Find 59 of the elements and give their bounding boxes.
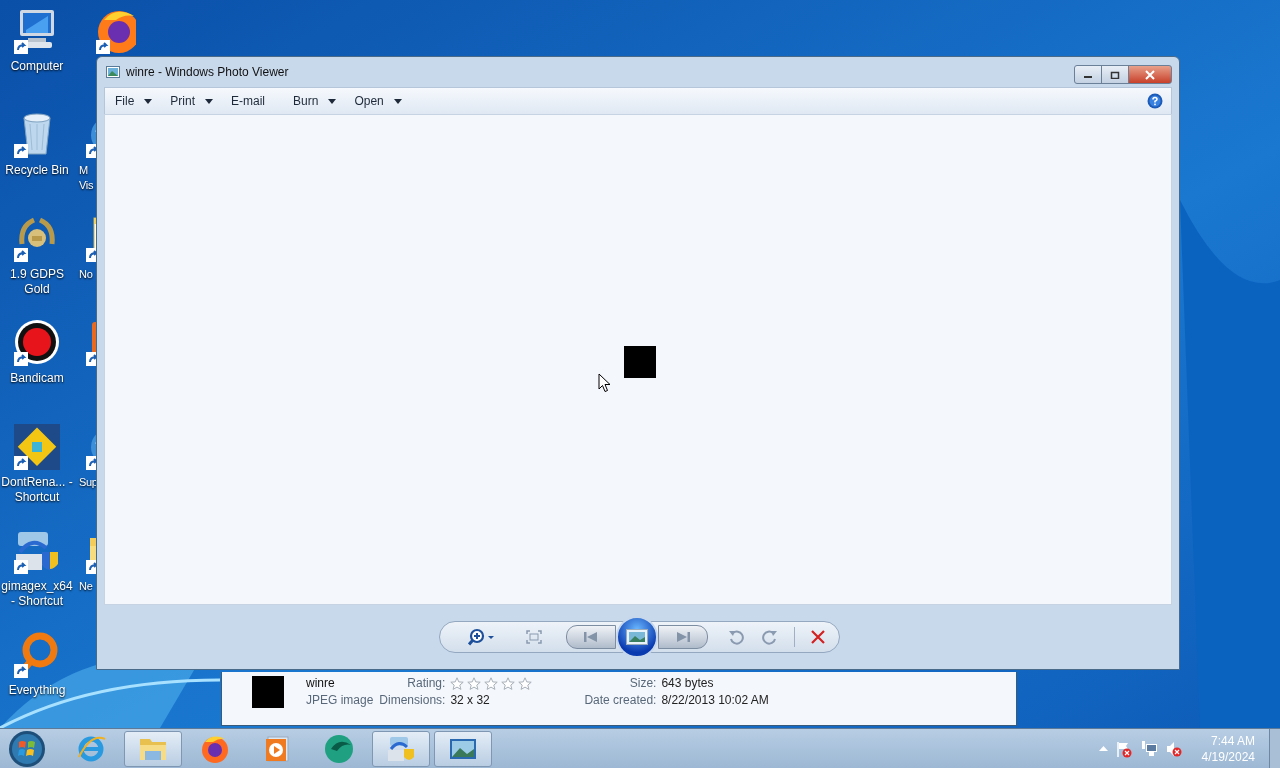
dimensions-label: Dimensions: xyxy=(379,693,446,707)
desktop-icon-label[interactable]: No xyxy=(79,267,99,282)
close-button[interactable] xyxy=(1128,65,1172,84)
date-created-label: Date created: xyxy=(584,693,657,707)
desktop-icon-label[interactable]: DontRena... - Shortcut xyxy=(0,475,74,505)
game-cube-icon[interactable] xyxy=(12,422,62,472)
slideshow-icon xyxy=(625,629,648,645)
delete-icon[interactable] xyxy=(810,630,825,644)
desktop-icon-label[interactable]: M Vis xyxy=(79,163,99,193)
file-name: winre xyxy=(306,676,336,690)
size-value: 643 bytes xyxy=(661,676,715,690)
menu-item[interactable]: Print xyxy=(170,94,196,108)
desktop-icon-label[interactable]: Ne xyxy=(79,579,99,594)
menu-item[interactable]: Burn xyxy=(293,94,319,108)
size-label: Size: xyxy=(628,676,657,690)
caret-icon[interactable] xyxy=(393,98,402,104)
menu-item[interactable]: File xyxy=(115,94,135,108)
window-title: winre - Windows Photo Viewer xyxy=(126,65,290,79)
help-icon[interactable] xyxy=(1147,93,1163,109)
menu-item[interactable]: Open xyxy=(354,94,384,108)
photo-viewer-icon xyxy=(106,66,120,78)
action-center-icon[interactable] xyxy=(1114,739,1133,758)
desktop-icon-label[interactable]: 1.9 GDPS Gold xyxy=(0,267,74,297)
desktop-icon-label[interactable]: Computer xyxy=(0,59,74,74)
menu-item[interactable]: E-mail xyxy=(231,94,266,108)
dimensions-value: 32 x 32 xyxy=(450,693,491,707)
previous-icon xyxy=(582,631,599,643)
windows-logo-icon xyxy=(7,728,47,768)
file-type: JPEG image xyxy=(306,693,374,707)
zoom-icon[interactable] xyxy=(467,628,496,646)
star-icon[interactable] xyxy=(518,676,533,690)
next-icon xyxy=(674,631,691,643)
desktop-icon-label[interactable]: Everything xyxy=(0,683,74,698)
rating-label: Rating: xyxy=(406,676,446,690)
image-thumbnail xyxy=(252,676,284,708)
star-icon[interactable] xyxy=(450,676,465,690)
record-icon[interactable] xyxy=(12,318,62,368)
caret-icon[interactable] xyxy=(205,98,214,104)
taskbar-button[interactable] xyxy=(434,730,492,767)
caret-icon[interactable] xyxy=(144,98,153,104)
restore-icon xyxy=(1110,70,1120,79)
desktop-icon-label[interactable]: Sup xyxy=(79,475,99,490)
desktop-icon-label[interactable]: Bandicam xyxy=(0,371,74,386)
star-icon[interactable] xyxy=(501,676,516,690)
minimize-button[interactable] xyxy=(1074,65,1102,84)
caret-icon[interactable] xyxy=(328,98,337,104)
desktop-icon-label[interactable]: gimagex_x64 - Shortcut xyxy=(0,579,74,609)
app-circle-icon xyxy=(323,732,355,765)
desktop-icon-label[interactable]: Recycle Bin xyxy=(0,163,74,178)
taskbar-button[interactable] xyxy=(372,730,430,767)
star-icon[interactable] xyxy=(467,676,482,690)
image-preview xyxy=(624,346,656,378)
start-button[interactable] xyxy=(7,728,47,768)
star-icon[interactable] xyxy=(484,676,499,690)
network-icon[interactable] xyxy=(1139,739,1158,758)
mouse-cursor-icon xyxy=(598,373,612,393)
close-icon xyxy=(1144,69,1156,80)
maximize-button[interactable] xyxy=(1101,65,1129,84)
date-created-value: 8/22/2013 10:02 AM xyxy=(661,693,769,707)
